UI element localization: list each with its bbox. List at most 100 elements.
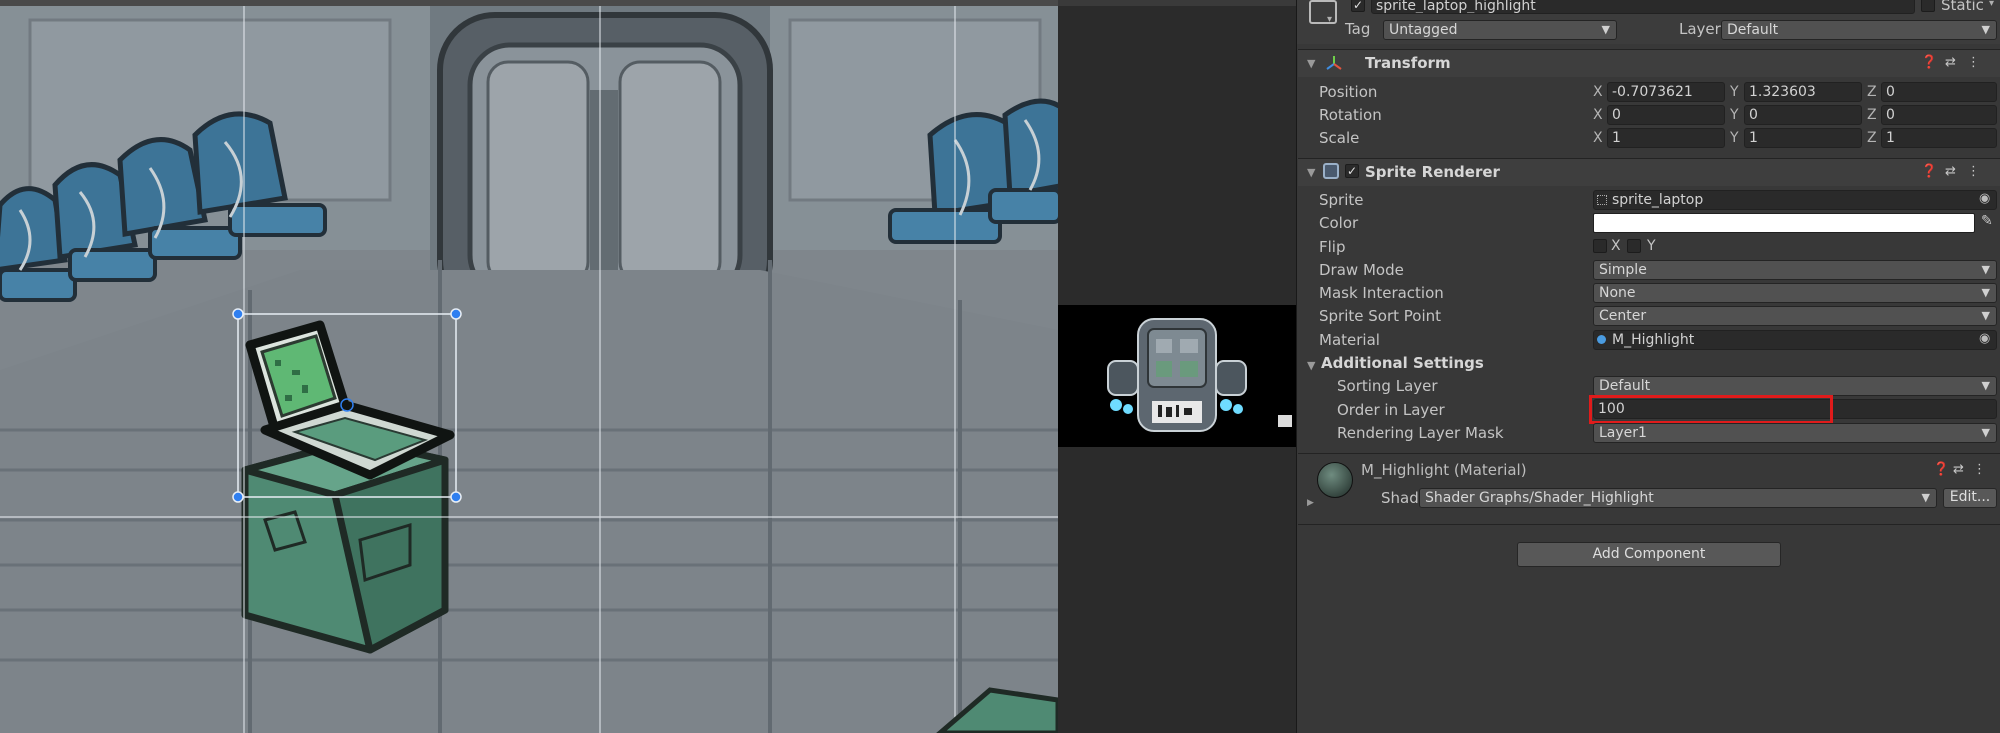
flip-x-label: X (1611, 238, 1621, 254)
kebab-menu-icon[interactable]: ⋮ (1967, 55, 1980, 70)
transform-icon (1325, 54, 1343, 72)
order-in-layer-label: Order in Layer (1337, 401, 1445, 419)
scale-x-field[interactable]: 1 (1607, 128, 1725, 148)
game-view-canvas (1058, 305, 1296, 447)
transform-title: Transform (1365, 54, 1451, 72)
sprite-value: sprite_laptop (1612, 192, 1704, 208)
chevron-down-icon: ▼ (1921, 491, 1930, 504)
chevron-down-icon: ▼ (1981, 309, 1990, 322)
tag-dropdown[interactable]: Untagged ▼ (1383, 20, 1617, 40)
foldout-arrow-icon[interactable]: ▶ (1307, 498, 1314, 508)
flip-y-checkbox[interactable] (1627, 239, 1641, 253)
layer-dropdown[interactable]: Default ▼ (1721, 20, 1997, 40)
object-picker-icon[interactable]: ◉ (1979, 331, 1990, 346)
position-y-field[interactable]: 1.323603 (1744, 82, 1862, 102)
flip-y-label: Y (1647, 238, 1656, 254)
position-label: Position (1319, 83, 1378, 101)
rendering-layer-mask-dropdown[interactable]: Layer1 ▼ (1593, 423, 1997, 443)
scene-view[interactable] (0, 0, 1058, 733)
sorting-layer-dropdown[interactable]: Default ▼ (1593, 376, 1997, 396)
material-title: M_Highlight (Material) (1361, 461, 1527, 479)
material-object-field[interactable]: M_Highlight (1593, 330, 1997, 350)
shader-dropdown[interactable]: Shader Graphs/Shader_Highlight ▼ (1419, 488, 1937, 508)
rotation-label: Rotation (1319, 106, 1382, 124)
axis-z-label[interactable]: Z (1867, 130, 1877, 146)
axis-y-label[interactable]: Y (1730, 107, 1739, 123)
static-dropdown-arrow[interactable]: ▾ (1989, 0, 1994, 9)
position-z-field[interactable]: 0 (1881, 82, 1997, 102)
chevron-down-icon: ▼ (1981, 23, 1990, 36)
help-icon[interactable]: ❓ (1921, 164, 1937, 179)
sprite-renderer-enabled-checkbox[interactable]: ✓ (1345, 164, 1359, 178)
tag-label: Tag (1345, 20, 1371, 38)
tag-value: Untagged (1389, 22, 1458, 38)
flip-x-checkbox[interactable] (1593, 239, 1607, 253)
axis-x-label[interactable]: X (1593, 130, 1603, 146)
material-asset-icon (1597, 335, 1606, 344)
material-value: M_Highlight (1612, 332, 1695, 348)
foldout-arrow-icon[interactable]: ▼ (1307, 57, 1315, 70)
game-view[interactable] (1058, 305, 1296, 447)
axis-z-label[interactable]: Z (1867, 107, 1877, 123)
divider (1298, 453, 2000, 454)
chevron-down-icon: ▼ (1981, 286, 1990, 299)
mask-interaction-dropdown[interactable]: None ▼ (1593, 283, 1997, 303)
kebab-menu-icon[interactable]: ⋮ (1973, 462, 1986, 477)
highlight-annotation-box (1589, 395, 1833, 424)
chevron-down-icon: ▼ (1981, 426, 1990, 439)
eyedropper-icon[interactable]: ✎ (1981, 213, 1993, 229)
sprite-renderer-icon (1323, 163, 1339, 179)
kebab-menu-icon[interactable]: ⋮ (1967, 164, 1980, 179)
mask-interaction-value: None (1599, 285, 1636, 301)
scene-canvas[interactable] (0, 0, 1058, 733)
layer-label: Layer (1679, 20, 1721, 38)
inspector-panel: ▾ ✓ sprite_laptop_highlight Static ▾ Tag… (1296, 0, 2000, 733)
shader-value: Shader Graphs/Shader_Highlight (1425, 490, 1654, 506)
sprite-sort-point-value: Center (1599, 308, 1647, 324)
rotation-z-field[interactable]: 0 (1881, 105, 1997, 125)
chevron-down-icon: ▼ (1601, 23, 1610, 36)
help-icon[interactable]: ❓ (1921, 55, 1937, 70)
preset-icon[interactable]: ⇄ (1945, 55, 1956, 70)
sprite-object-field[interactable]: sprite_laptop (1593, 190, 1997, 210)
add-component-button[interactable]: Add Component (1517, 542, 1781, 567)
resize-handle-br (450, 491, 462, 503)
preset-icon[interactable]: ⇄ (1953, 462, 1964, 477)
axis-x-label[interactable]: X (1593, 84, 1603, 100)
game-preview-panel (1058, 0, 1296, 733)
static-label: Static (1941, 0, 1984, 14)
resize-handle-tr (450, 308, 462, 320)
scale-y-field[interactable]: 1 (1744, 128, 1862, 148)
static-checkbox[interactable] (1921, 0, 1935, 12)
foldout-arrow-icon[interactable]: ▼ (1307, 359, 1315, 372)
scale-z-field[interactable]: 1 (1881, 128, 1997, 148)
rendering-layer-mask-value: Layer1 (1599, 425, 1647, 441)
active-checkbox[interactable]: ✓ (1351, 0, 1365, 12)
rendering-layer-mask-label: Rendering Layer Mask (1337, 424, 1504, 442)
additional-settings-label[interactable]: Additional Settings (1321, 354, 1484, 372)
sprite-asset-icon (1597, 195, 1607, 205)
preset-icon[interactable]: ⇄ (1945, 164, 1956, 179)
rotation-y-field[interactable]: 0 (1744, 105, 1862, 125)
chevron-down-icon: ▼ (1981, 263, 1990, 276)
draw-mode-dropdown[interactable]: Simple ▼ (1593, 260, 1997, 280)
help-icon[interactable]: ❓ (1933, 462, 1949, 477)
icon-dropdown-arrow[interactable]: ▾ (1327, 14, 1332, 25)
edit-shader-button[interactable]: Edit... (1943, 488, 1997, 508)
sprite-sort-point-label: Sprite Sort Point (1319, 307, 1442, 325)
object-picker-icon[interactable]: ◉ (1979, 191, 1990, 206)
axis-y-label[interactable]: Y (1730, 84, 1739, 100)
foldout-arrow-icon[interactable]: ▼ (1307, 166, 1315, 179)
sprite-renderer-title: Sprite Renderer (1365, 163, 1500, 181)
material-label: Material (1319, 331, 1380, 349)
axis-y-label[interactable]: Y (1730, 130, 1739, 146)
color-swatch[interactable] (1593, 213, 1975, 233)
axis-z-label[interactable]: Z (1867, 84, 1877, 100)
rotation-x-field[interactable]: 0 (1607, 105, 1725, 125)
draw-mode-value: Simple (1599, 262, 1647, 278)
material-preview-icon (1317, 462, 1353, 498)
sprite-sort-point-dropdown[interactable]: Center ▼ (1593, 306, 1997, 326)
object-name-field[interactable]: sprite_laptop_highlight (1371, 0, 1915, 14)
position-x-field[interactable]: -0.7073621 (1607, 82, 1725, 102)
axis-x-label[interactable]: X (1593, 107, 1603, 123)
